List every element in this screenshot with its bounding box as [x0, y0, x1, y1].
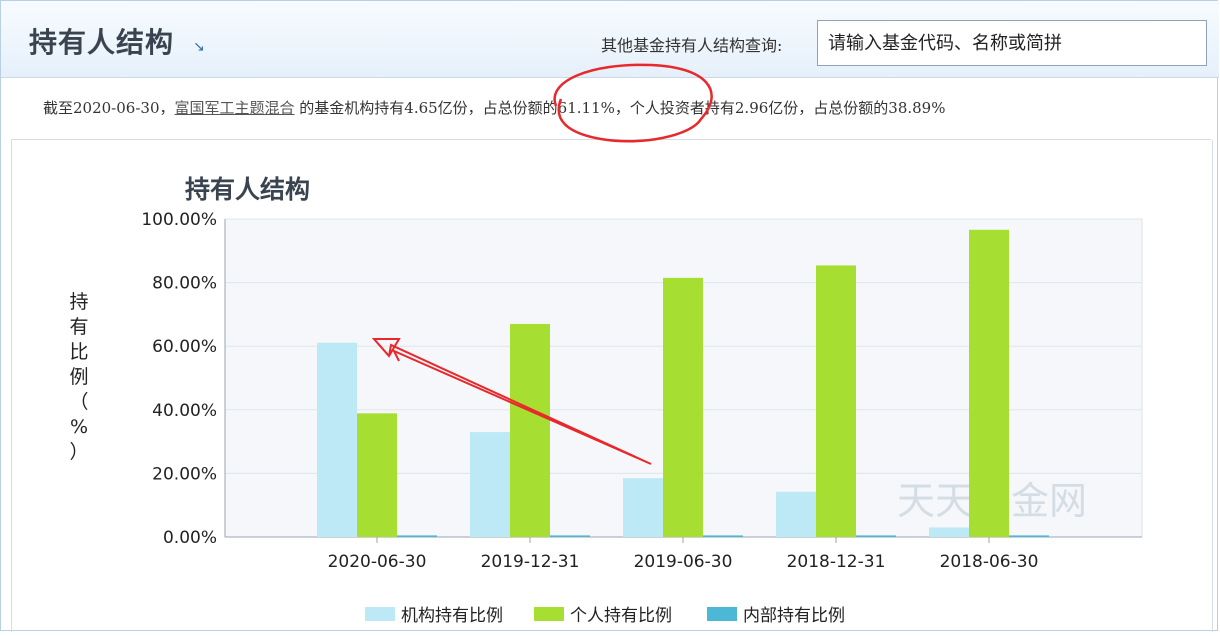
x-tick-label: 2019-12-31	[481, 552, 580, 572]
y-axis-label-char: %	[70, 416, 88, 438]
x-tick-label: 2018-06-30	[940, 552, 1039, 572]
bar-internal	[1009, 535, 1049, 537]
legend-swatch	[365, 607, 395, 621]
bar-individual	[969, 229, 1009, 537]
panel-header: 持有人结构 ↘ 其他基金持有人结构查询:	[1, 1, 1219, 78]
bar-individual	[816, 265, 856, 537]
bar-institutional	[776, 491, 816, 537]
summary-text: 的基金机构持有4.65亿份，占总份额的61.11%，个人投资者持有2.96亿份，…	[294, 99, 946, 117]
y-axis-label-char: ）	[69, 441, 88, 463]
query-label: 其他基金持有人结构查询:	[601, 36, 783, 55]
bar-internal	[397, 535, 437, 537]
y-axis-label-char: 有	[69, 316, 88, 338]
y-axis-label-char: 比	[69, 341, 88, 363]
holder-structure-chart: 0.00% 20.00% 40.00% 60.00% 80.00% 100.00% 持有人结…	[69, 175, 1143, 626]
y-tick-label: 40.00%	[152, 401, 217, 421]
legend-swatch	[534, 607, 564, 621]
y-tick-label: 0.00%	[163, 528, 217, 548]
bar-internal	[550, 535, 590, 537]
bar-institutional	[470, 432, 510, 537]
summary-line: 截至2020-06-30，富国军工主题混合 的基金机构持有4.65亿份，占总份额…	[43, 97, 945, 118]
bar-institutional	[317, 342, 357, 537]
legend-label: 内部持有比例	[743, 606, 845, 626]
x-tick-label: 2020-06-30	[328, 552, 427, 572]
holding-summary: 截至2020-06-30，富国军工主题混合 的基金机构持有4.65亿份，占总份额…	[11, 77, 1211, 140]
x-tick-label: 2019-06-30	[634, 552, 733, 572]
fund-name-link[interactable]: 富国军工主题混合	[175, 99, 295, 117]
holder-structure-panel: 持有人结构 ↘ 其他基金持有人结构查询: 截至2020-06-30，富国军工主题…	[0, 0, 1219, 632]
y-tick-label: 60.00%	[152, 337, 217, 357]
y-axis-label-char: 持	[69, 291, 88, 313]
legend-label: 机构持有比例	[401, 606, 503, 626]
chart-title: 持有人结构	[185, 175, 310, 204]
fund-search-input[interactable]	[817, 20, 1207, 66]
bar-institutional	[623, 478, 663, 537]
y-tick-label: 20.00%	[152, 464, 217, 484]
page-title: 持有人结构	[29, 26, 175, 59]
x-tick-label: 2018-12-31	[787, 552, 886, 572]
chart-area: 0.00% 20.00% 40.00% 60.00% 80.00% 100.00% 持有人结…	[11, 140, 1213, 632]
y-axis-label-char: （	[69, 391, 88, 413]
summary-prefix: 截至2020-06-30，	[43, 99, 175, 117]
bar-institutional	[929, 527, 969, 537]
legend-swatch	[707, 607, 737, 621]
y-tick-label: 100.00%	[141, 210, 217, 230]
bar-individual	[357, 413, 397, 537]
bar-internal	[856, 535, 896, 537]
y-tick-label: 80.00%	[152, 274, 217, 294]
bar-internal	[703, 535, 743, 537]
bar-individual	[663, 277, 703, 537]
legend-label: 个人持有比例	[570, 606, 672, 626]
expand-arrow-icon[interactable]: ↘	[193, 39, 205, 55]
y-axis-label-char: 例	[69, 366, 88, 388]
bar-individual	[510, 323, 550, 537]
